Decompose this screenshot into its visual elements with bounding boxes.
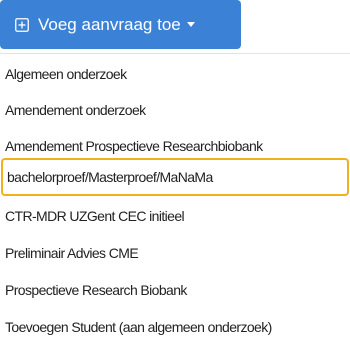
menu-item-prospectieve-research-biobank[interactable]: Prospectieve Research Biobank bbox=[0, 272, 350, 308]
menu-item-algemeen-onderzoek[interactable]: Algemeen onderzoek bbox=[0, 56, 350, 92]
request-dropdown-widget: Voeg aanvraag toe Algemeen onderzoek Ame… bbox=[0, 0, 350, 346]
menu-item-label: Preliminair Advies CME bbox=[5, 245, 139, 261]
plus-square-icon bbox=[15, 17, 29, 32]
menu-item-label: Toevoegen Student (aan algemeen onderzoe… bbox=[5, 319, 272, 335]
menu-item-label: Prospectieve Research Biobank bbox=[5, 282, 187, 298]
caret-down-icon bbox=[186, 22, 195, 27]
add-request-button[interactable]: Voeg aanvraag toe bbox=[0, 0, 241, 49]
menu-item-toevoegen-student[interactable]: Toevoegen Student (aan algemeen onderzoe… bbox=[0, 309, 350, 345]
menu-item-label: CTR-MDR UZGent CEC initieel bbox=[5, 208, 185, 224]
request-type-menu: Algemeen onderzoek Amendement onderzoek … bbox=[0, 53, 350, 346]
menu-item-label: Algemeen onderzoek bbox=[5, 66, 127, 82]
menu-item-ctr-mdr-uzgent-cec-initieel[interactable]: CTR-MDR UZGent CEC initieel bbox=[0, 198, 350, 234]
menu-item-label: bachelorproef/Masterproef/MaNaMa bbox=[7, 169, 213, 185]
menu-item-amendement-onderzoek[interactable]: Amendement onderzoek bbox=[0, 92, 350, 128]
menu-item-label: Amendement Prospectieve Researchbiobank bbox=[5, 138, 263, 154]
menu-item-bachelorproef-masterproef-manama[interactable]: bachelorproef/Masterproef/MaNaMa bbox=[1, 158, 349, 196]
menu-item-label: Amendement onderzoek bbox=[5, 102, 146, 118]
add-request-label: Voeg aanvraag toe bbox=[38, 14, 181, 34]
menu-item-preliminair-advies-cme[interactable]: Preliminair Advies CME bbox=[0, 235, 350, 271]
